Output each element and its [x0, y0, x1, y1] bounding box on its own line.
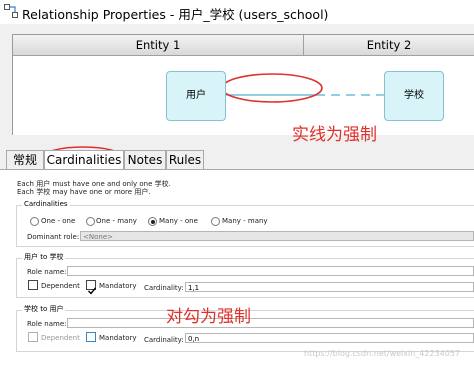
dominant-role-select[interactable]: <None>	[80, 231, 474, 241]
cardinality-label-2: Cardinality:	[144, 336, 184, 344]
dependent-checkbox-1[interactable]	[28, 280, 38, 290]
mandatory-label-2: Mandatory	[99, 334, 137, 342]
tab-cardinalities[interactable]: Cardinalities	[44, 150, 124, 171]
role-user-to-school-title: 用户 to 学校	[22, 252, 66, 262]
watermark: https://blog.csdn.net/weixin_42234057	[304, 349, 461, 358]
cardinality-field-2[interactable]: 0,n	[185, 333, 474, 343]
role-name-input-2[interactable]	[67, 318, 474, 328]
description-line-2: Each 学校 may have one or more 用户.	[17, 188, 151, 196]
entity-school[interactable]: 学校	[384, 71, 444, 121]
annotation-solid-line: 实线为强制	[292, 125, 377, 145]
dependent-label-1: Dependent	[41, 282, 80, 290]
role-name-label-2: Role name:	[27, 320, 67, 328]
dependent-checkbox-2[interactable]	[28, 332, 38, 342]
role-name-label-1: Role name:	[27, 268, 67, 276]
radio-many-many[interactable]	[211, 217, 220, 226]
cardinality-label-1: Cardinality:	[144, 284, 184, 292]
role-user-to-school-group	[16, 258, 474, 298]
check-mark-icon	[88, 287, 97, 295]
dependent-label-2: Dependent	[41, 334, 80, 342]
cardinalities-group-title: Cardinalities	[22, 200, 70, 208]
tab-notes[interactable]: Notes	[124, 150, 166, 170]
dominant-role-label: Dominant role:	[27, 233, 80, 241]
radio-many-many-label: Many - many	[222, 217, 268, 225]
role-name-input-1[interactable]	[67, 266, 474, 276]
radio-many-one-label: Many - one	[159, 217, 198, 225]
radio-one-many-label: One - many	[96, 217, 137, 225]
mandatory-checkbox-2[interactable]	[86, 332, 96, 342]
cardinality-field-1[interactable]: 1,1	[185, 282, 474, 292]
red-circle-annotation	[221, 73, 323, 103]
entity-user[interactable]: 用户	[166, 71, 226, 121]
mandatory-checkbox-1[interactable]	[86, 280, 97, 295]
radio-many-one[interactable]	[148, 217, 157, 226]
mandatory-label-1: Mandatory	[99, 282, 137, 290]
tab-general[interactable]: 常规	[6, 150, 44, 170]
radio-one-many[interactable]	[86, 217, 95, 226]
role-school-to-user-title: 学校 to 用户	[22, 304, 66, 314]
tab-rules[interactable]: Rules	[166, 150, 204, 170]
annotation-checkmark: 对勾为强制	[166, 307, 251, 327]
radio-one-one[interactable]	[30, 217, 39, 226]
radio-one-one-label: One - one	[41, 217, 76, 225]
